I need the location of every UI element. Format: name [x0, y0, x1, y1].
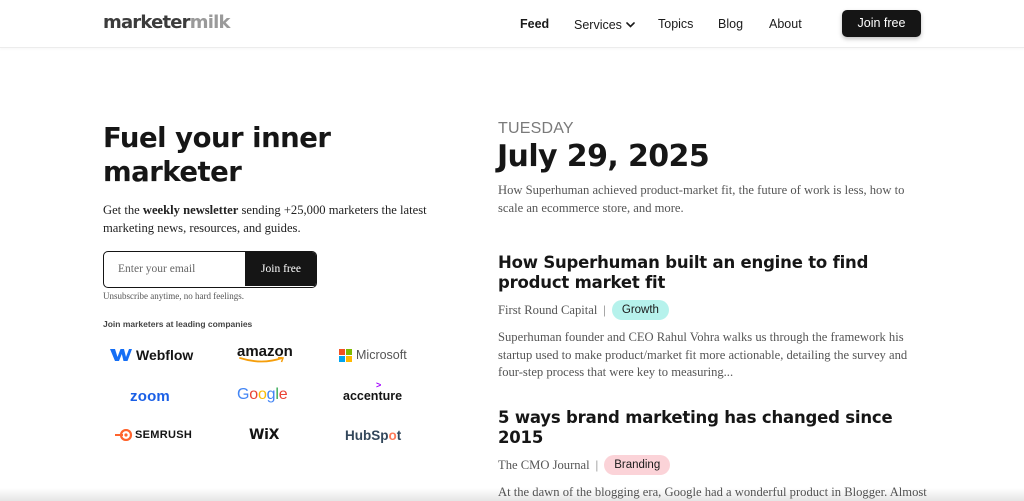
tag-branding[interactable]: Branding — [604, 455, 671, 475]
hero-subtitle-pre: Get the — [103, 203, 143, 217]
join-free-header-button[interactable]: Join free — [842, 10, 921, 37]
nav-topics[interactable]: Topics — [658, 16, 693, 32]
hero-subtitle: Get the weekly newsletter sending +25,00… — [103, 202, 433, 237]
semrush-text: SEMRUSH — [135, 429, 193, 441]
nav-feed[interactable]: Feed — [520, 16, 549, 32]
article-meta: The CMO Journal | Branding — [498, 455, 928, 475]
article-source[interactable]: First Round Capital — [498, 303, 597, 318]
article-title[interactable]: 5 ways brand marketing has changed since… — [498, 408, 928, 448]
webflow-icon — [110, 349, 132, 361]
accenture-logo: > accenture — [343, 380, 403, 408]
site-header: marketermilk Feed Services Topics Blog A… — [0, 0, 1024, 48]
webflow-text: Webflow — [136, 347, 194, 363]
accenture-mark-icon: > — [376, 380, 382, 390]
article-title[interactable]: How Superhuman built an engine to find p… — [498, 253, 928, 293]
meta-separator: | — [595, 457, 599, 472]
article-description: At the dawn of the blogging era, Google … — [498, 485, 927, 499]
amazon-logo: amazon — [237, 344, 293, 368]
google-letter: G — [237, 386, 250, 403]
semrush-icon — [115, 429, 133, 441]
companies-label: Join marketers at leading companies — [103, 319, 253, 329]
hubspot-text: HubSp — [345, 427, 389, 443]
join-free-button[interactable]: Join free — [245, 252, 316, 286]
unsubscribe-note: Unsubscribe anytime, no hard feelings. — [103, 291, 244, 301]
nav-services[interactable]: Services — [574, 16, 635, 33]
hubspot-text-end: t — [396, 427, 402, 443]
logo-text-marketer: marketer — [103, 12, 191, 33]
accenture-text: accenture — [343, 389, 403, 403]
hubspot-sprocket-icon: o — [388, 427, 397, 443]
feed-date: July 29, 2025 — [497, 139, 710, 174]
article-description: Superhuman founder and CEO Rahul Vohra w… — [498, 330, 908, 379]
google-letter: o — [249, 386, 258, 403]
site-logo[interactable]: marketermilk — [103, 12, 230, 34]
article-card: How Superhuman built an engine to find p… — [498, 253, 928, 382]
microsoft-logo: Microsoft — [339, 343, 407, 367]
webflow-logo: Webflow — [110, 343, 193, 367]
microsoft-icon — [339, 348, 352, 362]
hero-subtitle-bold: weekly newsletter — [142, 203, 239, 217]
hero-title: Fuel your inner marketer — [103, 122, 331, 188]
wix-logo: WiX — [249, 427, 280, 443]
nav-services-label: Services — [574, 18, 622, 32]
amazon-smile-icon — [239, 357, 285, 363]
chevron-down-icon — [626, 16, 635, 32]
article-card: 5 ways brand marketing has changed since… — [498, 408, 928, 501]
microsoft-text: Microsoft — [356, 348, 407, 362]
logo-text-milk: milk — [189, 12, 231, 33]
feed-summary: How Superhuman achieved product-market f… — [498, 183, 905, 215]
article-meta: First Round Capital | Growth — [498, 300, 928, 320]
nav-blog[interactable]: Blog — [718, 16, 743, 32]
google-letter: o — [257, 386, 267, 403]
article-source[interactable]: The CMO Journal — [498, 458, 590, 473]
hubspot-logo: HubSp o t — [345, 423, 401, 447]
tag-growth[interactable]: Growth — [611, 300, 669, 320]
email-input[interactable] — [104, 252, 245, 286]
nav-about[interactable]: About — [769, 16, 802, 32]
zoom-logo: zoom — [130, 387, 170, 405]
google-letter: e — [278, 386, 288, 403]
google-logo: Google — [237, 383, 288, 407]
google-letter: g — [266, 386, 276, 403]
newsletter-form: Join free — [103, 251, 317, 288]
feed-day: TUESDAY — [498, 120, 574, 137]
meta-separator: | — [603, 302, 606, 317]
semrush-logo: SEMRUSH — [115, 423, 192, 447]
